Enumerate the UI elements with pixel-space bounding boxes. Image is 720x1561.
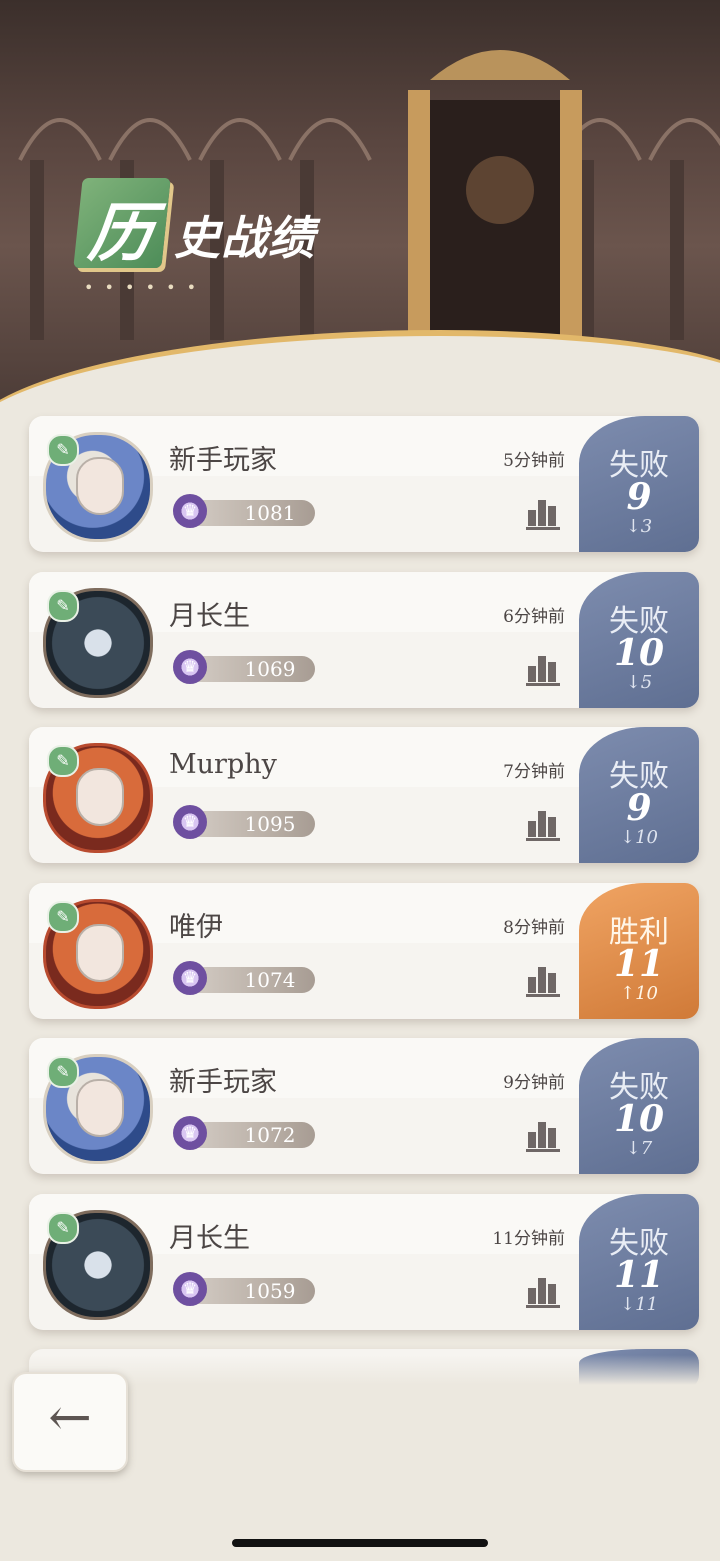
trophy-icon: ♛ bbox=[173, 1116, 207, 1150]
player-name: 唯伊 bbox=[169, 912, 223, 943]
result-change: ↓5 bbox=[625, 672, 653, 693]
trophy-icon: ♛ bbox=[173, 494, 207, 528]
match-card[interactable]: ✎ 月长生 11分钟前 ♛ 1059 失败 11 ↓11 bbox=[29, 1194, 699, 1330]
stats-chart-icon[interactable] bbox=[526, 959, 564, 997]
player-name: Murphy bbox=[169, 749, 277, 780]
result-change: ↓10 bbox=[620, 827, 658, 848]
avatar-face bbox=[76, 457, 124, 515]
trophy-icon: ♛ bbox=[173, 961, 207, 995]
player-name: 月长生 bbox=[169, 1223, 250, 1254]
result-rank: 9 bbox=[626, 787, 652, 829]
result-panel: 失败 9 ↓3 bbox=[579, 416, 699, 552]
edit-badge-icon: ✎ bbox=[47, 1212, 79, 1244]
player-name: 月长生 bbox=[169, 601, 250, 632]
match-card[interactable]: ✎ 唯伊 8分钟前 ♛ 1074 胜利 11 ↑10 bbox=[29, 883, 699, 1019]
result-panel: 失败 10 ↓5 bbox=[579, 572, 699, 708]
match-time: 11分钟前 bbox=[492, 1229, 565, 1249]
match-card[interactable]: ✎ 新手玩家 9分钟前 ♛ 1072 失败 10 ↓7 bbox=[29, 1038, 699, 1174]
result-panel: 失败 11 ↓11 bbox=[579, 1194, 699, 1330]
title-badge: 历 bbox=[73, 178, 171, 271]
rank-score: 1072 bbox=[244, 1123, 296, 1147]
result-change: ↑10 bbox=[620, 983, 658, 1004]
result-rank: 10 bbox=[613, 1098, 665, 1140]
rank-score: 1081 bbox=[244, 501, 296, 525]
header-banner: 历 史战绩 • • • • • • bbox=[0, 0, 720, 410]
stats-chart-icon[interactable] bbox=[526, 803, 564, 841]
player-name: 新手玩家 bbox=[169, 445, 277, 476]
result-rank: 11 bbox=[613, 1254, 665, 1296]
result-panel: 失败 9 ↓10 bbox=[579, 727, 699, 863]
match-time: 7分钟前 bbox=[503, 762, 565, 782]
trophy-icon: ♛ bbox=[173, 650, 207, 684]
match-card[interactable]: ✎ Murphy 7分钟前 ♛ 1095 失败 9 ↓10 bbox=[29, 727, 699, 863]
result-change: ↓7 bbox=[625, 1138, 653, 1159]
edit-badge-icon: ✎ bbox=[47, 590, 79, 622]
result-panel: 失败 10 ↓7 bbox=[579, 1038, 699, 1174]
rank-score: 1074 bbox=[244, 968, 296, 992]
avatar-face bbox=[76, 924, 124, 982]
trophy-icon: ♛ bbox=[173, 805, 207, 839]
match-card[interactable]: ✎ 新手玩家 5分钟前 ♛ 1081 失败 9 ↓3 bbox=[29, 416, 699, 552]
match-time: 8分钟前 bbox=[503, 918, 565, 938]
back-button[interactable]: ← bbox=[12, 1372, 128, 1472]
rank-score: 1059 bbox=[244, 1279, 296, 1303]
match-time: 6分钟前 bbox=[503, 607, 565, 627]
title-text: 史战绩 bbox=[174, 211, 315, 265]
result-change: ↓3 bbox=[625, 516, 653, 537]
stats-chart-icon[interactable] bbox=[526, 648, 564, 686]
avatar-face bbox=[76, 768, 124, 826]
result-rank: 11 bbox=[613, 943, 665, 985]
title-dots: • • • • • • bbox=[84, 278, 200, 297]
match-card[interactable]: ✎ 月长生 6分钟前 ♛ 1069 失败 10 ↓5 bbox=[29, 572, 699, 708]
avatar-face bbox=[76, 1079, 124, 1137]
home-indicator[interactable] bbox=[232, 1539, 488, 1547]
stats-chart-icon[interactable] bbox=[526, 1114, 564, 1152]
result-panel: 胜利 11 ↑10 bbox=[579, 883, 699, 1019]
page-title: 历 史战绩 • • • • • • bbox=[70, 178, 370, 298]
stats-chart-icon[interactable] bbox=[526, 1270, 564, 1308]
edit-badge-icon: ✎ bbox=[47, 745, 79, 777]
back-arrow-icon: ← bbox=[48, 1388, 92, 1448]
result-rank: 9 bbox=[626, 476, 652, 518]
rank-score: 1069 bbox=[244, 657, 296, 681]
result-rank: 10 bbox=[613, 632, 665, 674]
player-name: 新手玩家 bbox=[169, 1067, 277, 1098]
result-change: ↓11 bbox=[620, 1294, 658, 1315]
edit-badge-icon: ✎ bbox=[47, 901, 79, 933]
stats-chart-icon[interactable] bbox=[526, 492, 564, 530]
rank-score: 1095 bbox=[244, 812, 296, 836]
edit-badge-icon: ✎ bbox=[47, 1056, 79, 1088]
match-time: 5分钟前 bbox=[503, 451, 565, 471]
edit-badge-icon: ✎ bbox=[47, 434, 79, 466]
trophy-icon: ♛ bbox=[173, 1272, 207, 1306]
match-time: 9分钟前 bbox=[503, 1073, 565, 1093]
